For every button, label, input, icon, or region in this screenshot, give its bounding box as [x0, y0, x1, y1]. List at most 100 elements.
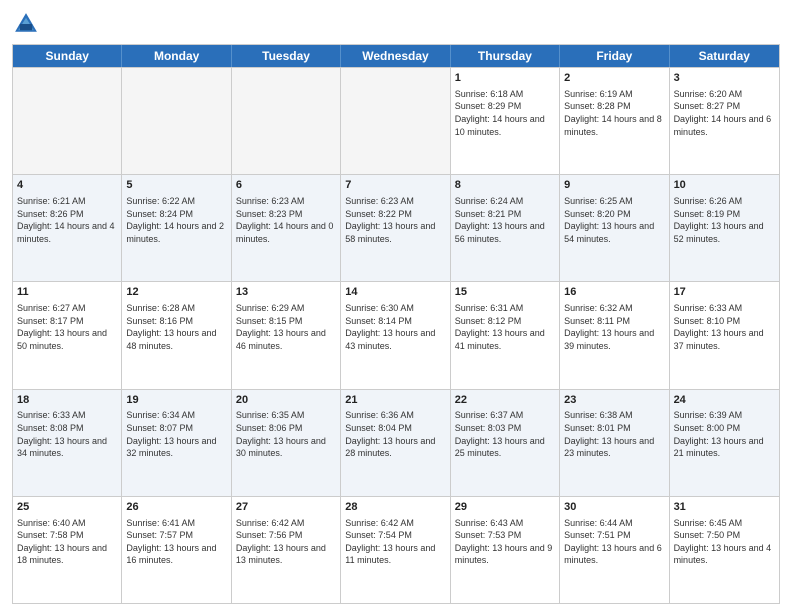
day-number: 5 [126, 178, 226, 193]
day-number: 1 [455, 71, 555, 86]
day-info: Sunrise: 6:36 AM Sunset: 8:04 PM Dayligh… [345, 409, 445, 459]
day-info: Sunrise: 6:40 AM Sunset: 7:58 PM Dayligh… [17, 517, 117, 567]
calendar-row-0: 1 Sunrise: 6:18 AM Sunset: 8:29 PM Daylig… [13, 67, 779, 174]
day-info: Sunrise: 6:28 AM Sunset: 8:16 PM Dayligh… [126, 302, 226, 352]
day-number: 18 [17, 393, 117, 408]
day-cell-10: 10 Sunrise: 6:26 AM Sunset: 8:19 PM Dayli… [670, 175, 779, 281]
day-number: 4 [17, 178, 117, 193]
logo [12, 10, 44, 38]
header-day-monday: Monday [122, 45, 231, 67]
day-cell-21: 21Sunrise: 6:36 AM Sunset: 8:04 PM Dayli… [341, 390, 450, 496]
day-info: Sunrise: 6:43 AM Sunset: 7:53 PM Dayligh… [455, 517, 555, 567]
calendar-row-2: 11Sunrise: 6:27 AM Sunset: 8:17 PM Dayli… [13, 281, 779, 388]
day-number: 16 [564, 285, 664, 300]
day-cell-28: 28 Sunrise: 6:42 AM Sunset: 7:54 PM Dayli… [341, 497, 450, 603]
day-info: Sunrise: 6:37 AM Sunset: 8:03 PM Dayligh… [455, 409, 555, 459]
day-number: 25 [17, 500, 117, 515]
header [12, 10, 780, 38]
day-cell-25: 25 Sunrise: 6:40 AM Sunset: 7:58 PM Dayli… [13, 497, 122, 603]
day-number: 17 [674, 285, 775, 300]
day-cell-4: 4 Sunrise: 6:21 AM Sunset: 8:26 PM Daylig… [13, 175, 122, 281]
day-number: 30 [564, 500, 664, 515]
day-number: 28 [345, 500, 445, 515]
day-number: 12 [126, 285, 226, 300]
empty-cell [341, 68, 450, 174]
day-info: Sunrise: 6:25 AM Sunset: 8:20 PM Dayligh… [564, 195, 664, 245]
day-info: Sunrise: 6:45 AM Sunset: 7:50 PM Dayligh… [674, 517, 775, 567]
day-number: 13 [236, 285, 336, 300]
day-info: Sunrise: 6:38 AM Sunset: 8:01 PM Dayligh… [564, 409, 664, 459]
day-cell-8: 8 Sunrise: 6:24 AM Sunset: 8:21 PM Daylig… [451, 175, 560, 281]
day-cell-29: 29 Sunrise: 6:43 AM Sunset: 7:53 PM Dayli… [451, 497, 560, 603]
day-number: 20 [236, 393, 336, 408]
day-cell-16: 16 Sunrise: 6:32 AM Sunset: 8:11 PM Dayli… [560, 282, 669, 388]
day-info: Sunrise: 6:39 AM Sunset: 8:00 PM Dayligh… [674, 409, 775, 459]
day-info: Sunrise: 6:18 AM Sunset: 8:29 PM Dayligh… [455, 88, 555, 138]
calendar-row-3: 18Sunrise: 6:33 AM Sunset: 8:08 PM Dayli… [13, 389, 779, 496]
day-cell-31: 31 Sunrise: 6:45 AM Sunset: 7:50 PM Dayli… [670, 497, 779, 603]
day-cell-26: 26 Sunrise: 6:41 AM Sunset: 7:57 PM Dayli… [122, 497, 231, 603]
day-cell-1: 1 Sunrise: 6:18 AM Sunset: 8:29 PM Daylig… [451, 68, 560, 174]
day-info: Sunrise: 6:20 AM Sunset: 8:27 PM Dayligh… [674, 88, 775, 138]
day-cell-9: 9Sunrise: 6:25 AM Sunset: 8:20 PM Daylig… [560, 175, 669, 281]
day-info: Sunrise: 6:23 AM Sunset: 8:23 PM Dayligh… [236, 195, 336, 245]
day-info: Sunrise: 6:33 AM Sunset: 8:10 PM Dayligh… [674, 302, 775, 352]
header-day-wednesday: Wednesday [341, 45, 450, 67]
day-info: Sunrise: 6:24 AM Sunset: 8:21 PM Dayligh… [455, 195, 555, 245]
calendar-row-1: 4 Sunrise: 6:21 AM Sunset: 8:26 PM Daylig… [13, 174, 779, 281]
day-cell-27: 27 Sunrise: 6:42 AM Sunset: 7:56 PM Dayli… [232, 497, 341, 603]
day-cell-13: 13Sunrise: 6:29 AM Sunset: 8:15 PM Dayli… [232, 282, 341, 388]
day-cell-2: 2 Sunrise: 6:19 AM Sunset: 8:28 PM Daylig… [560, 68, 669, 174]
day-cell-30: 30 Sunrise: 6:44 AM Sunset: 7:51 PM Dayli… [560, 497, 669, 603]
day-info: Sunrise: 6:41 AM Sunset: 7:57 PM Dayligh… [126, 517, 226, 567]
day-cell-24: 24Sunrise: 6:39 AM Sunset: 8:00 PM Dayli… [670, 390, 779, 496]
day-info: Sunrise: 6:32 AM Sunset: 8:11 PM Dayligh… [564, 302, 664, 352]
calendar-row-4: 25 Sunrise: 6:40 AM Sunset: 7:58 PM Dayli… [13, 496, 779, 603]
day-cell-12: 12 Sunrise: 6:28 AM Sunset: 8:16 PM Dayli… [122, 282, 231, 388]
day-number: 7 [345, 178, 445, 193]
day-number: 23 [564, 393, 664, 408]
day-cell-15: 15 Sunrise: 6:31 AM Sunset: 8:12 PM Dayli… [451, 282, 560, 388]
day-info: Sunrise: 6:33 AM Sunset: 8:08 PM Dayligh… [17, 409, 117, 459]
day-info: Sunrise: 6:42 AM Sunset: 7:56 PM Dayligh… [236, 517, 336, 567]
day-number: 6 [236, 178, 336, 193]
day-number: 29 [455, 500, 555, 515]
calendar-header: SundayMondayTuesdayWednesdayThursdayFrid… [13, 45, 779, 67]
day-info: Sunrise: 6:21 AM Sunset: 8:26 PM Dayligh… [17, 195, 117, 245]
day-info: Sunrise: 6:44 AM Sunset: 7:51 PM Dayligh… [564, 517, 664, 567]
day-cell-3: 3Sunrise: 6:20 AM Sunset: 8:27 PM Daylig… [670, 68, 779, 174]
header-day-thursday: Thursday [451, 45, 560, 67]
day-number: 15 [455, 285, 555, 300]
day-number: 2 [564, 71, 664, 86]
header-day-friday: Friday [560, 45, 669, 67]
day-number: 24 [674, 393, 775, 408]
day-number: 26 [126, 500, 226, 515]
day-info: Sunrise: 6:22 AM Sunset: 8:24 PM Dayligh… [126, 195, 226, 245]
day-number: 11 [17, 285, 117, 300]
day-number: 8 [455, 178, 555, 193]
header-day-sunday: Sunday [13, 45, 122, 67]
logo-icon [12, 10, 40, 38]
day-info: Sunrise: 6:26 AM Sunset: 8:19 PM Dayligh… [674, 195, 775, 245]
day-number: 10 [674, 178, 775, 193]
day-info: Sunrise: 6:42 AM Sunset: 7:54 PM Dayligh… [345, 517, 445, 567]
day-cell-17: 17 Sunrise: 6:33 AM Sunset: 8:10 PM Dayli… [670, 282, 779, 388]
day-cell-11: 11Sunrise: 6:27 AM Sunset: 8:17 PM Dayli… [13, 282, 122, 388]
day-cell-23: 23Sunrise: 6:38 AM Sunset: 8:01 PM Dayli… [560, 390, 669, 496]
day-info: Sunrise: 6:35 AM Sunset: 8:06 PM Dayligh… [236, 409, 336, 459]
day-number: 27 [236, 500, 336, 515]
day-info: Sunrise: 6:34 AM Sunset: 8:07 PM Dayligh… [126, 409, 226, 459]
day-info: Sunrise: 6:31 AM Sunset: 8:12 PM Dayligh… [455, 302, 555, 352]
day-number: 19 [126, 393, 226, 408]
empty-cell [232, 68, 341, 174]
day-cell-18: 18Sunrise: 6:33 AM Sunset: 8:08 PM Dayli… [13, 390, 122, 496]
day-number: 22 [455, 393, 555, 408]
calendar: SundayMondayTuesdayWednesdayThursdayFrid… [12, 44, 780, 604]
day-info: Sunrise: 6:19 AM Sunset: 8:28 PM Dayligh… [564, 88, 664, 138]
day-cell-6: 6 Sunrise: 6:23 AM Sunset: 8:23 PM Daylig… [232, 175, 341, 281]
header-day-saturday: Saturday [670, 45, 779, 67]
day-info: Sunrise: 6:30 AM Sunset: 8:14 PM Dayligh… [345, 302, 445, 352]
day-cell-14: 14Sunrise: 6:30 AM Sunset: 8:14 PM Dayli… [341, 282, 450, 388]
day-cell-19: 19Sunrise: 6:34 AM Sunset: 8:07 PM Dayli… [122, 390, 231, 496]
day-number: 31 [674, 500, 775, 515]
